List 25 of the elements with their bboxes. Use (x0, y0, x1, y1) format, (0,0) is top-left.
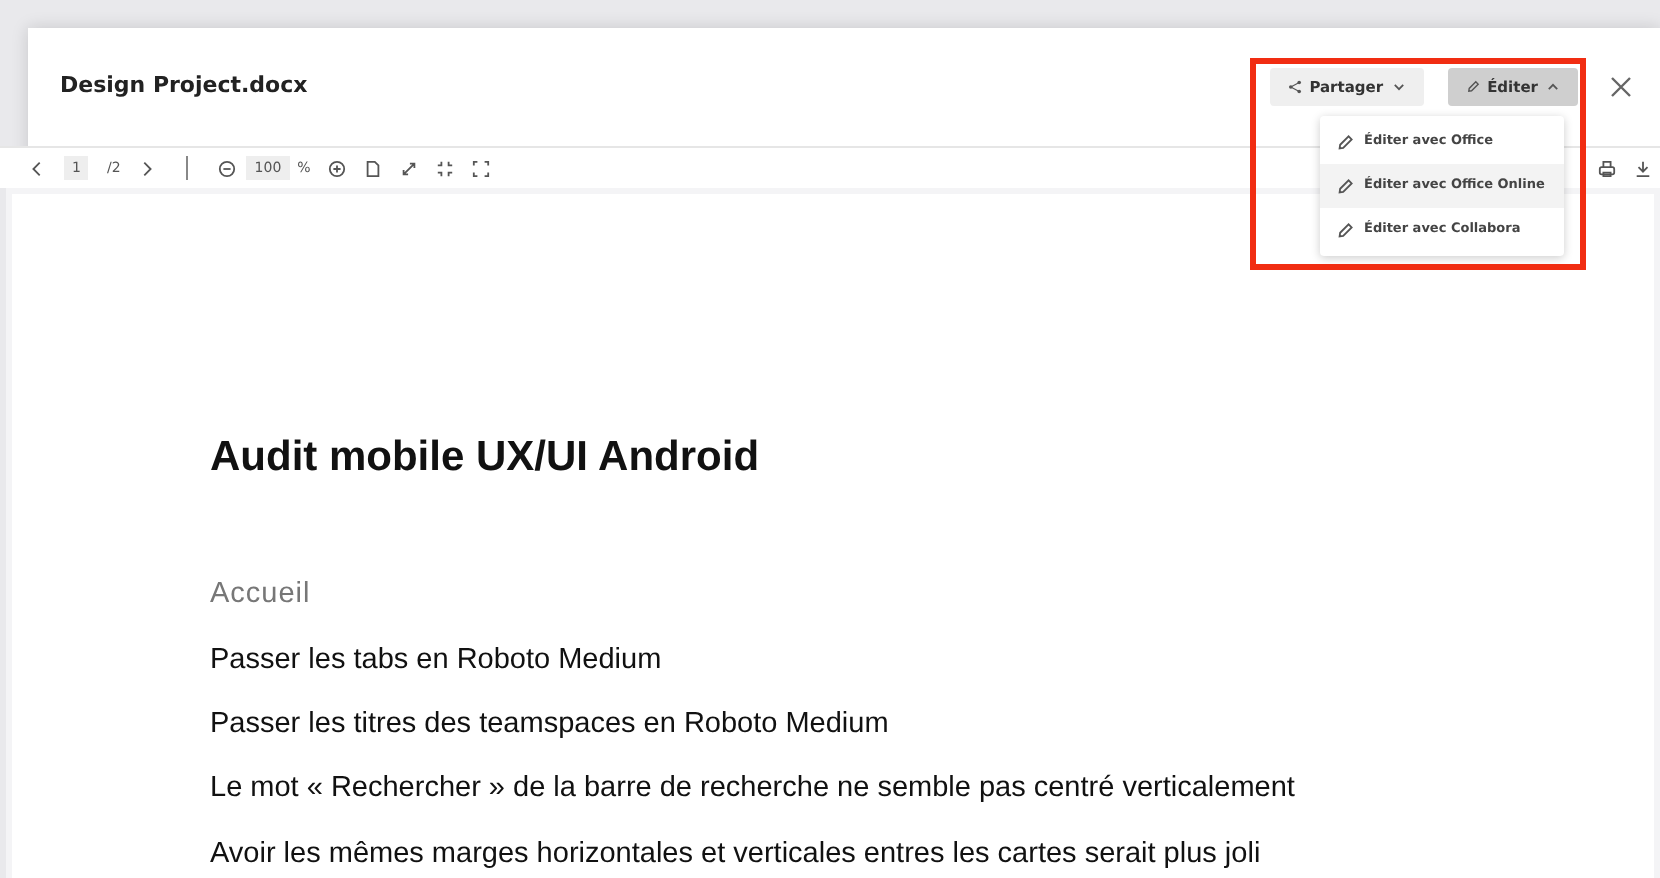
fullscreen-icon[interactable] (472, 159, 491, 177)
download-icon[interactable] (1634, 159, 1652, 177)
document-heading: Audit mobile UX/UI Android (210, 432, 762, 483)
chevron-down-icon (1391, 80, 1406, 94)
close-icon[interactable] (1610, 76, 1632, 98)
document-title: Design Project.docx (60, 70, 308, 103)
fit-icon[interactable] (436, 159, 455, 177)
paragraph: Passer les tabs en Roboto Medium (210, 643, 664, 678)
zoom-out-icon[interactable] (218, 159, 237, 177)
paragraph: Passer les titres des teamspaces en Roboto Medium (210, 707, 891, 743)
pencil-icon (1465, 80, 1480, 94)
pencil-icon (1336, 133, 1354, 151)
print-icon[interactable] (1598, 159, 1616, 177)
section-heading: Accueil (210, 578, 313, 614)
paragraph: Le mot « Rechercher » de la barre de recherche ne semble pas centré verticalement (210, 772, 1297, 808)
expand-icon[interactable] (400, 159, 419, 177)
zoom-in-icon[interactable] (328, 159, 347, 177)
pencil-icon (1336, 221, 1354, 239)
chevron-up-icon (1546, 80, 1560, 94)
previous-page-icon[interactable] (28, 159, 46, 177)
pencil-icon (1336, 177, 1354, 195)
share-icon (1287, 80, 1302, 94)
paragraph: Avoir les mêmes marges horizontales et verticales entres les cartes serait plus joli (210, 837, 1263, 873)
page-icon[interactable] (364, 159, 383, 177)
next-page-icon[interactable] (138, 159, 157, 177)
